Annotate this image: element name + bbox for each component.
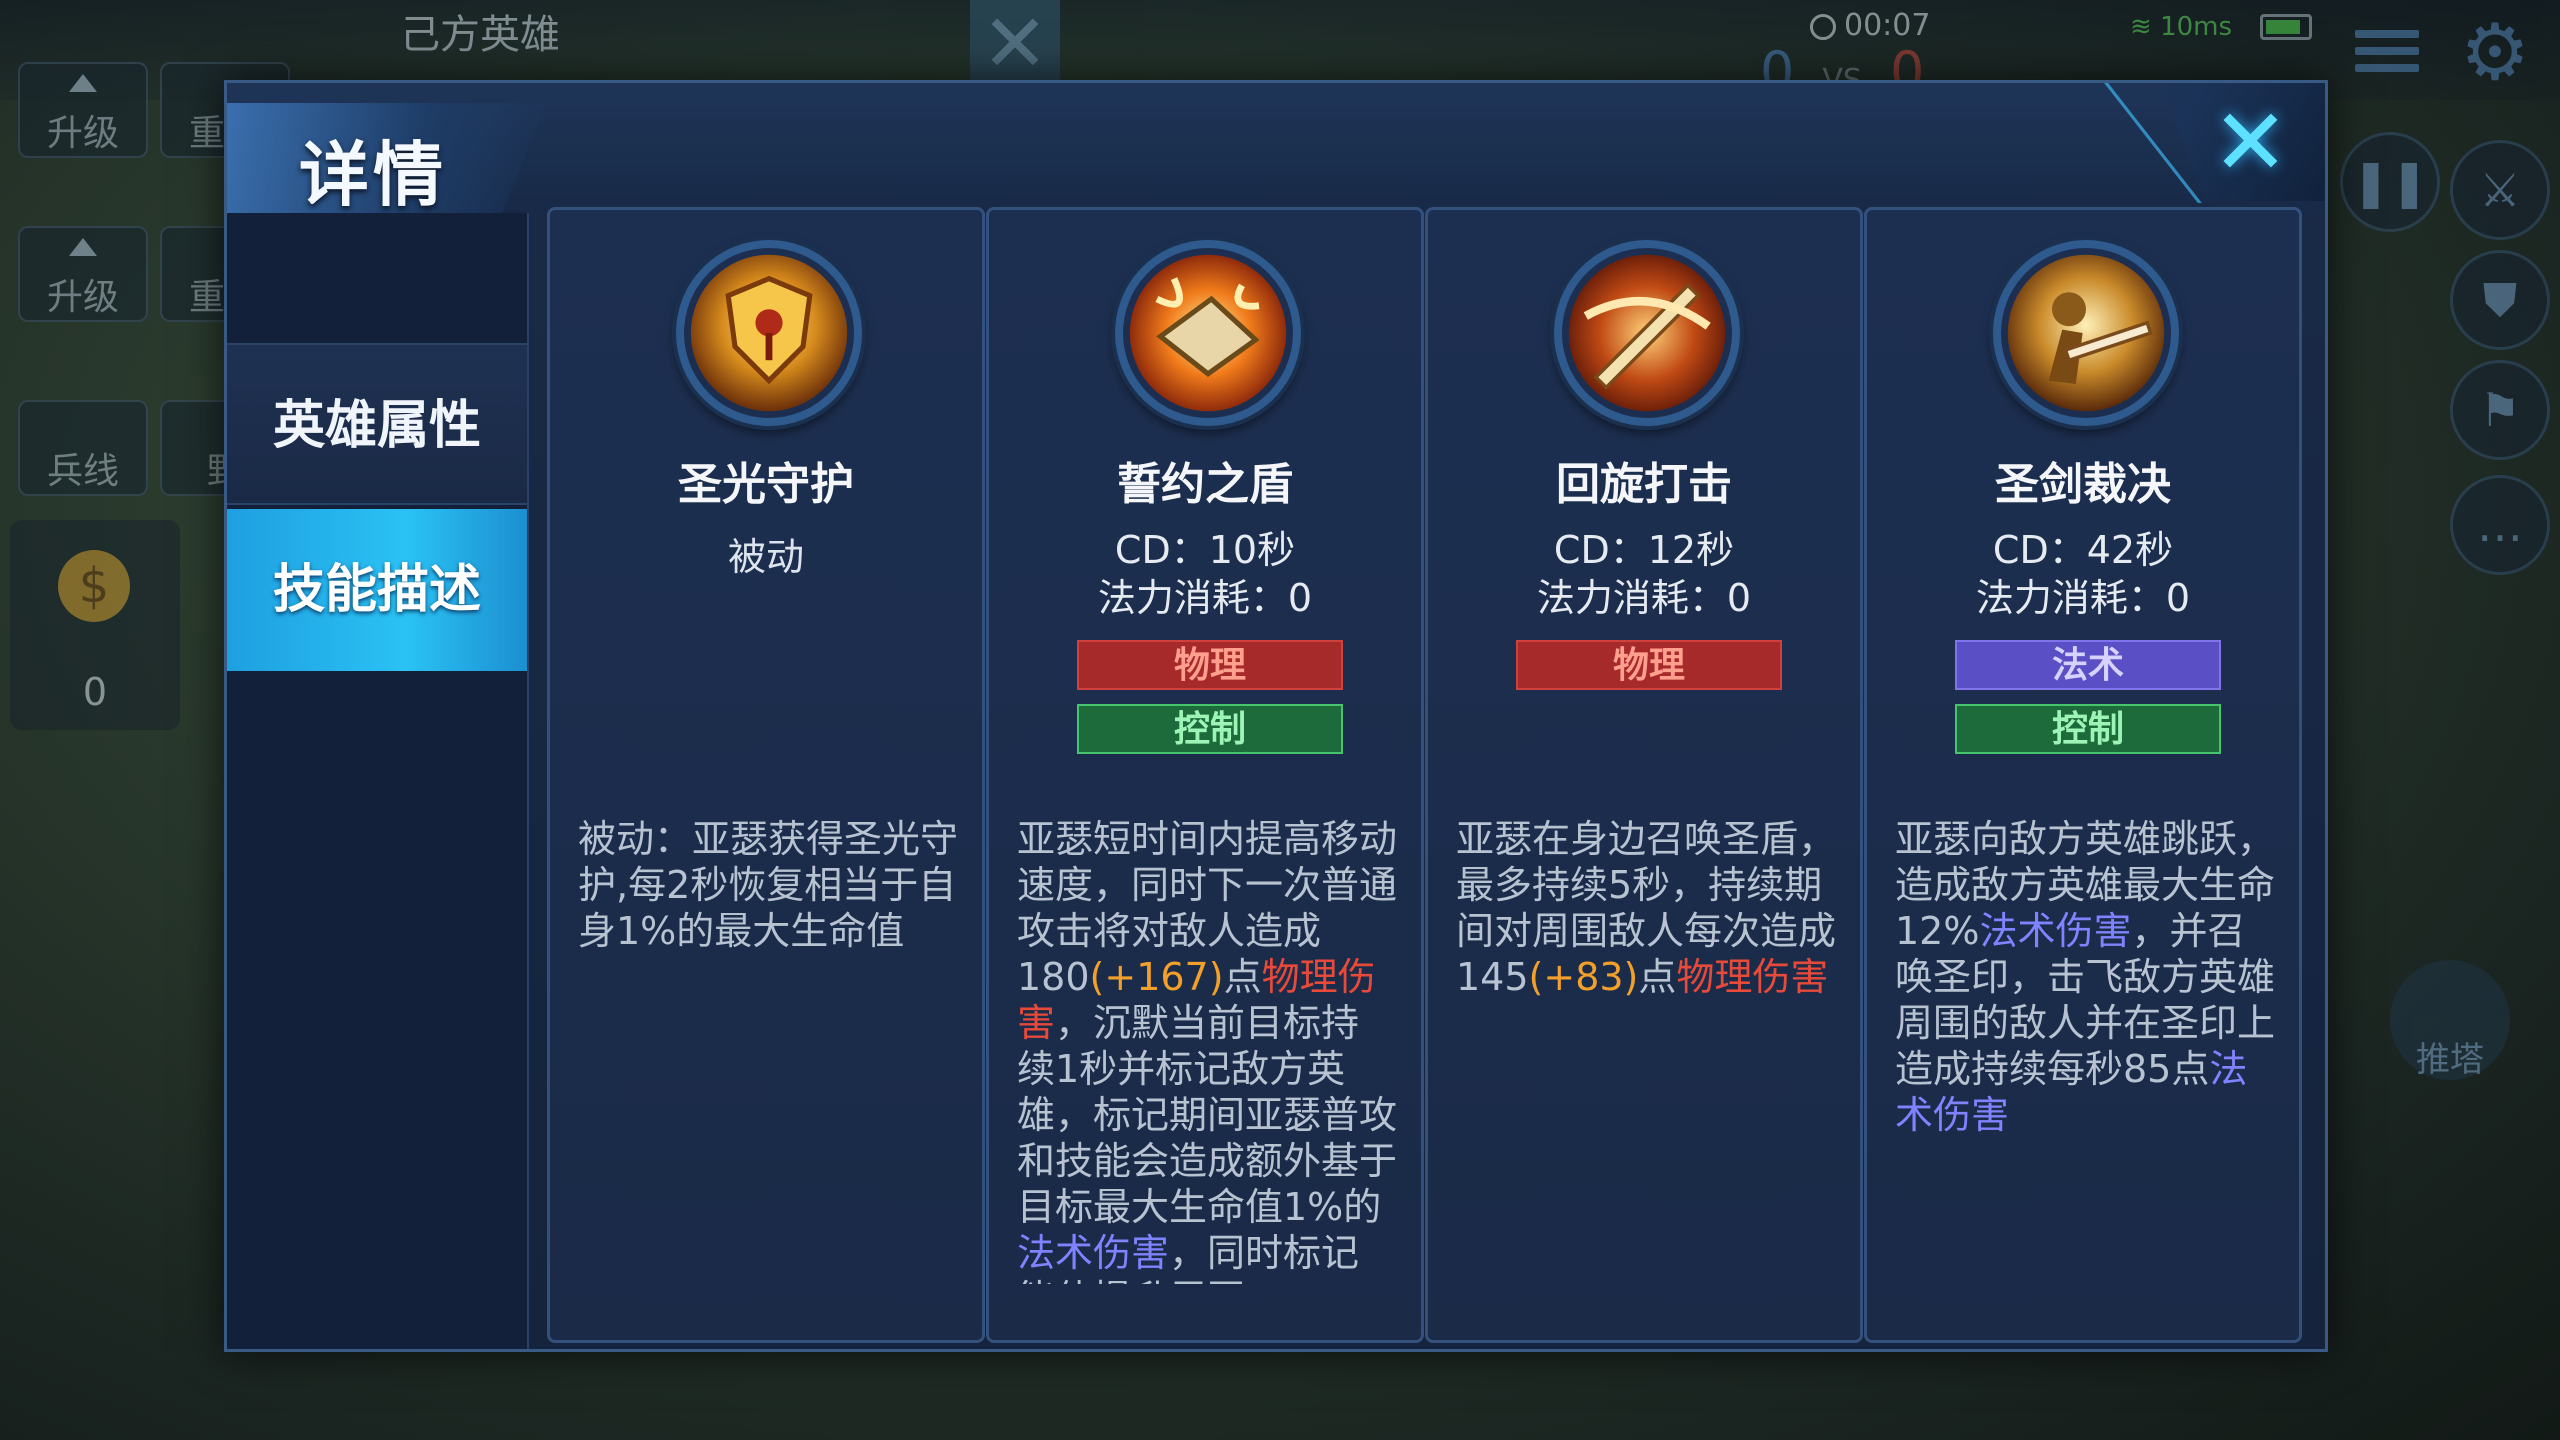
skill-mana-cost: 法力消耗：0	[1536, 576, 1752, 620]
dialog-title: 详情	[299, 134, 447, 216]
skill-card-2: 回旋打击 CD：12秒 法力消耗：0 物理 亚瑟在身边召唤圣盾，最多持续5秒，持…	[1425, 207, 1863, 1343]
control-badge: 控制	[1955, 704, 2221, 754]
ping-indicator: ≋ 10ms	[2130, 12, 2233, 42]
skill-mana-cost: 法力消耗：0	[1097, 576, 1313, 620]
flag-icon[interactable]: ⚑	[2450, 360, 2550, 460]
team-title: 己方英雄	[400, 12, 560, 58]
skill-name: 回旋打击	[1556, 459, 1732, 510]
damage-type-badge: 物理	[1077, 640, 1343, 690]
holy-sword-icon	[1993, 240, 2179, 426]
clock-icon	[1810, 13, 1836, 40]
wifi-icon: ≋	[2130, 12, 2161, 42]
shield-icon[interactable]: ⛊	[2450, 250, 2550, 350]
level-up-button-2[interactable]: 升级	[18, 226, 148, 322]
chat-icon[interactable]: …	[2450, 475, 2550, 575]
background-close-icon: ✕	[970, 0, 1060, 90]
skill-description: 被动：亚瑟获得圣光守护,每2秒恢复相当于自身1%的最大生命值	[578, 817, 958, 953]
arrow-up-icon	[69, 238, 97, 256]
skill-name: 誓约之盾	[1117, 459, 1293, 510]
skill-cooldown: CD：10秒	[1114, 528, 1296, 572]
skill-card-ultimate: 圣剑裁决 CD：42秒 法力消耗：0 法术 控制 亚瑟向敌方英雄跳跃，造成敌方英…	[1864, 207, 2302, 1343]
close-icon: ✕	[2211, 89, 2289, 196]
level-up-button[interactable]: 升级	[18, 62, 148, 158]
dialog-header	[227, 83, 2325, 213]
spinning-sword-icon	[1554, 240, 1740, 426]
gold-bag-icon: $	[58, 550, 130, 622]
tab-hero-attributes[interactable]: 英雄属性	[227, 343, 527, 505]
match-timer: 00:07	[1810, 8, 1930, 43]
control-badge: 控制	[1077, 704, 1343, 754]
tab-skill-description[interactable]: 技能描述	[227, 509, 527, 671]
menu-icon[interactable]	[2355, 30, 2419, 84]
push-tower-button[interactable]: 推塔	[2390, 960, 2510, 1080]
skill-cooldown: CD：42秒	[1992, 528, 2174, 572]
settings-gear-icon[interactable]: ⚙	[2460, 14, 2530, 92]
skill-cooldown: CD：12秒	[1553, 528, 1735, 572]
skill-card-1: 誓约之盾 CD：10秒 法力消耗：0 物理 控制 亚瑟短时间内提高移动速度，同时…	[986, 207, 1424, 1343]
skill-stats: CD：10秒 法力消耗：0	[989, 526, 1421, 622]
damage-type-badge: 法术	[1955, 640, 2221, 690]
skill-stats: CD：12秒 法力消耗：0	[1428, 526, 1860, 622]
arrow-up-icon	[69, 74, 97, 92]
battery-icon	[2260, 14, 2312, 40]
sword-icon[interactable]: ⚔	[2450, 140, 2550, 240]
skill-description: 亚瑟短时间内提高移动速度，同时下一次普通攻击将对敌人造成180(+167)点物理…	[1017, 817, 1397, 1284]
shield-emblem-icon	[676, 240, 862, 426]
damage-type-badge: 物理	[1516, 640, 1782, 690]
skill-description: 亚瑟向敌方英雄跳跃，造成敌方英雄最大生命12%法术伤害，并召唤圣印，击飞敌方英雄…	[1895, 817, 2275, 1137]
side-tabs: 英雄属性 技能描述	[227, 213, 529, 1349]
skill-mana-cost: 法力消耗：0	[1975, 576, 2191, 620]
pause-icon[interactable]: ❚❚	[2340, 132, 2440, 232]
flaming-shield-icon	[1115, 240, 1301, 426]
minion-wave-button[interactable]: 兵线	[18, 400, 148, 496]
skill-name: 圣剑裁决	[1995, 459, 2171, 510]
skill-stats: CD：42秒 法力消耗：0	[1867, 526, 2299, 622]
skill-name: 圣光守护	[678, 459, 854, 510]
gold-amount: 0	[82, 670, 108, 714]
skill-type: 被动	[727, 535, 804, 579]
skill-description: 亚瑟在身边召唤圣盾，最多持续5秒，持续期间对周围敌人每次造成145(+83)点物…	[1456, 817, 1836, 999]
skill-card-passive: 圣光守护 被动 被动：亚瑟获得圣光守护,每2秒恢复相当于自身1%的最大生命值	[547, 207, 985, 1343]
gold-panel[interactable]: $ 0	[10, 520, 180, 730]
details-dialog: 详情 ✕ 英雄属性 技能描述 圣光守护 被动 被动：亚瑟获得圣光守护,每2秒恢复…	[224, 80, 2328, 1352]
